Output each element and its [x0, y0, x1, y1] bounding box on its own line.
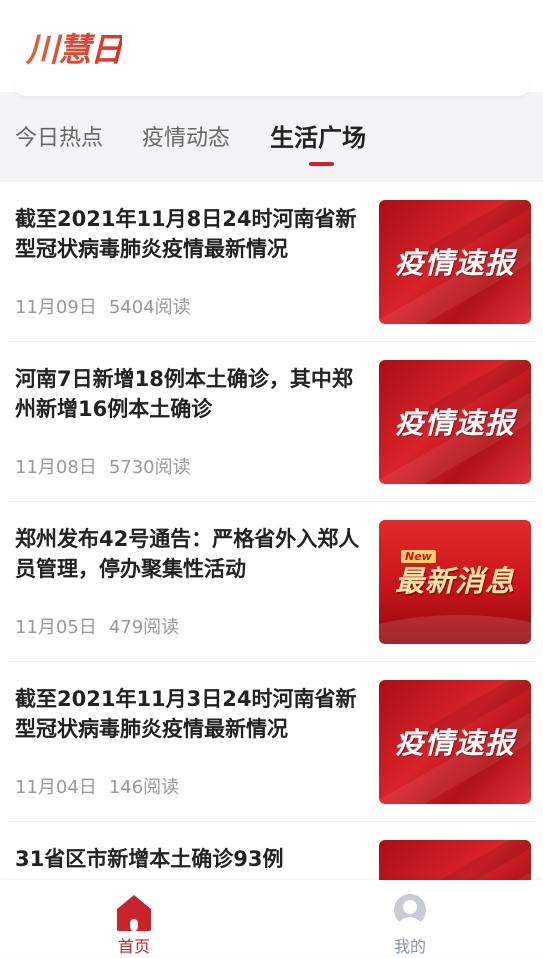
article-title: 截至2021年11月8日24时河南省新型冠状病毒肺炎疫情最新情况: [15, 207, 357, 261]
article-read-count: 5730阅读: [108, 457, 191, 478]
tab-today-hot[interactable]: 今日热点: [15, 122, 103, 156]
article-title: 郑州发布42号通告：严格省外入郑人员管理，停办聚集性活动: [15, 527, 360, 581]
article-title: 截至2021年11月3日24时河南省新型冠状病毒肺炎疫情最新情况: [15, 687, 357, 741]
tab-life-square[interactable]: 生活广场: [270, 121, 366, 155]
article-thumbnail: 疫情速报: [379, 680, 531, 804]
article-thumbnail: 疫情速报: [379, 360, 531, 484]
app-logo: 川慧日: [26, 30, 123, 69]
article-meta: 11月09日 5404阅读: [15, 295, 191, 321]
article-title: 31省区市新增本土确诊93例: [15, 847, 284, 871]
profile-icon: [394, 894, 426, 927]
article-title: 河南7日新增18例本土确诊，其中郑州新增16例本土确诊: [15, 367, 353, 421]
article-read-count: 479阅读: [108, 617, 180, 638]
article-thumbnail: 疫情速报: [379, 200, 531, 324]
article-date: 11月05日: [15, 617, 97, 638]
article-date: 11月08日: [15, 457, 97, 478]
article-date: 11月09日: [15, 297, 97, 318]
list-item[interactable]: 郑州发布42号通告：严格省外入郑人员管理，停办聚集性活动 11月05日 479阅读…: [8, 502, 535, 662]
article-read-count: 146阅读: [108, 777, 180, 798]
bottom-nav: 首页 我的: [0, 880, 543, 957]
home-icon: [117, 895, 151, 931]
active-tab-indicator: [309, 162, 334, 166]
article-list[interactable]: 截至2021年11月8日24时河南省新型冠状病毒肺炎疫情最新情况 11月09日 5…: [0, 182, 543, 880]
nav-home-label: 首页: [117, 937, 150, 956]
thumbnail-caption: 最新消息: [394, 564, 515, 598]
thumbnail-caption: 疫情速报: [394, 726, 515, 760]
list-item[interactable]: 31省区市新增本土确诊93例: [8, 822, 535, 880]
article-thumbnail: New 最新消息: [379, 520, 531, 644]
list-item[interactable]: 截至2021年11月8日24时河南省新型冠状病毒肺炎疫情最新情况 11月09日 5…: [8, 182, 535, 342]
thumbnail-caption: 疫情速报: [394, 246, 515, 280]
nav-profile[interactable]: 我的: [370, 886, 450, 956]
article-thumbnail: [379, 840, 531, 880]
list-item[interactable]: 河南7日新增18例本土确诊，其中郑州新增16例本土确诊 11月08日 5730阅读…: [8, 342, 535, 502]
nav-profile-label: 我的: [393, 937, 426, 956]
article-read-count: 5404阅读: [108, 297, 191, 318]
nav-home[interactable]: 首页: [94, 886, 174, 956]
tab-epidemic-news[interactable]: 疫情动态: [142, 122, 230, 156]
article-meta: 11月08日 5730阅读: [15, 455, 191, 481]
article-meta: 11月05日 479阅读: [15, 615, 179, 641]
category-tabs: 今日热点 疫情动态 生活广场: [0, 92, 543, 182]
article-date: 11月04日: [15, 777, 97, 798]
article-meta: 11月04日 146阅读: [15, 775, 179, 801]
list-item[interactable]: 截至2021年11月3日24时河南省新型冠状病毒肺炎疫情最新情况 11月04日 1…: [8, 662, 535, 822]
thumbnail-caption: 疫情速报: [394, 406, 515, 440]
